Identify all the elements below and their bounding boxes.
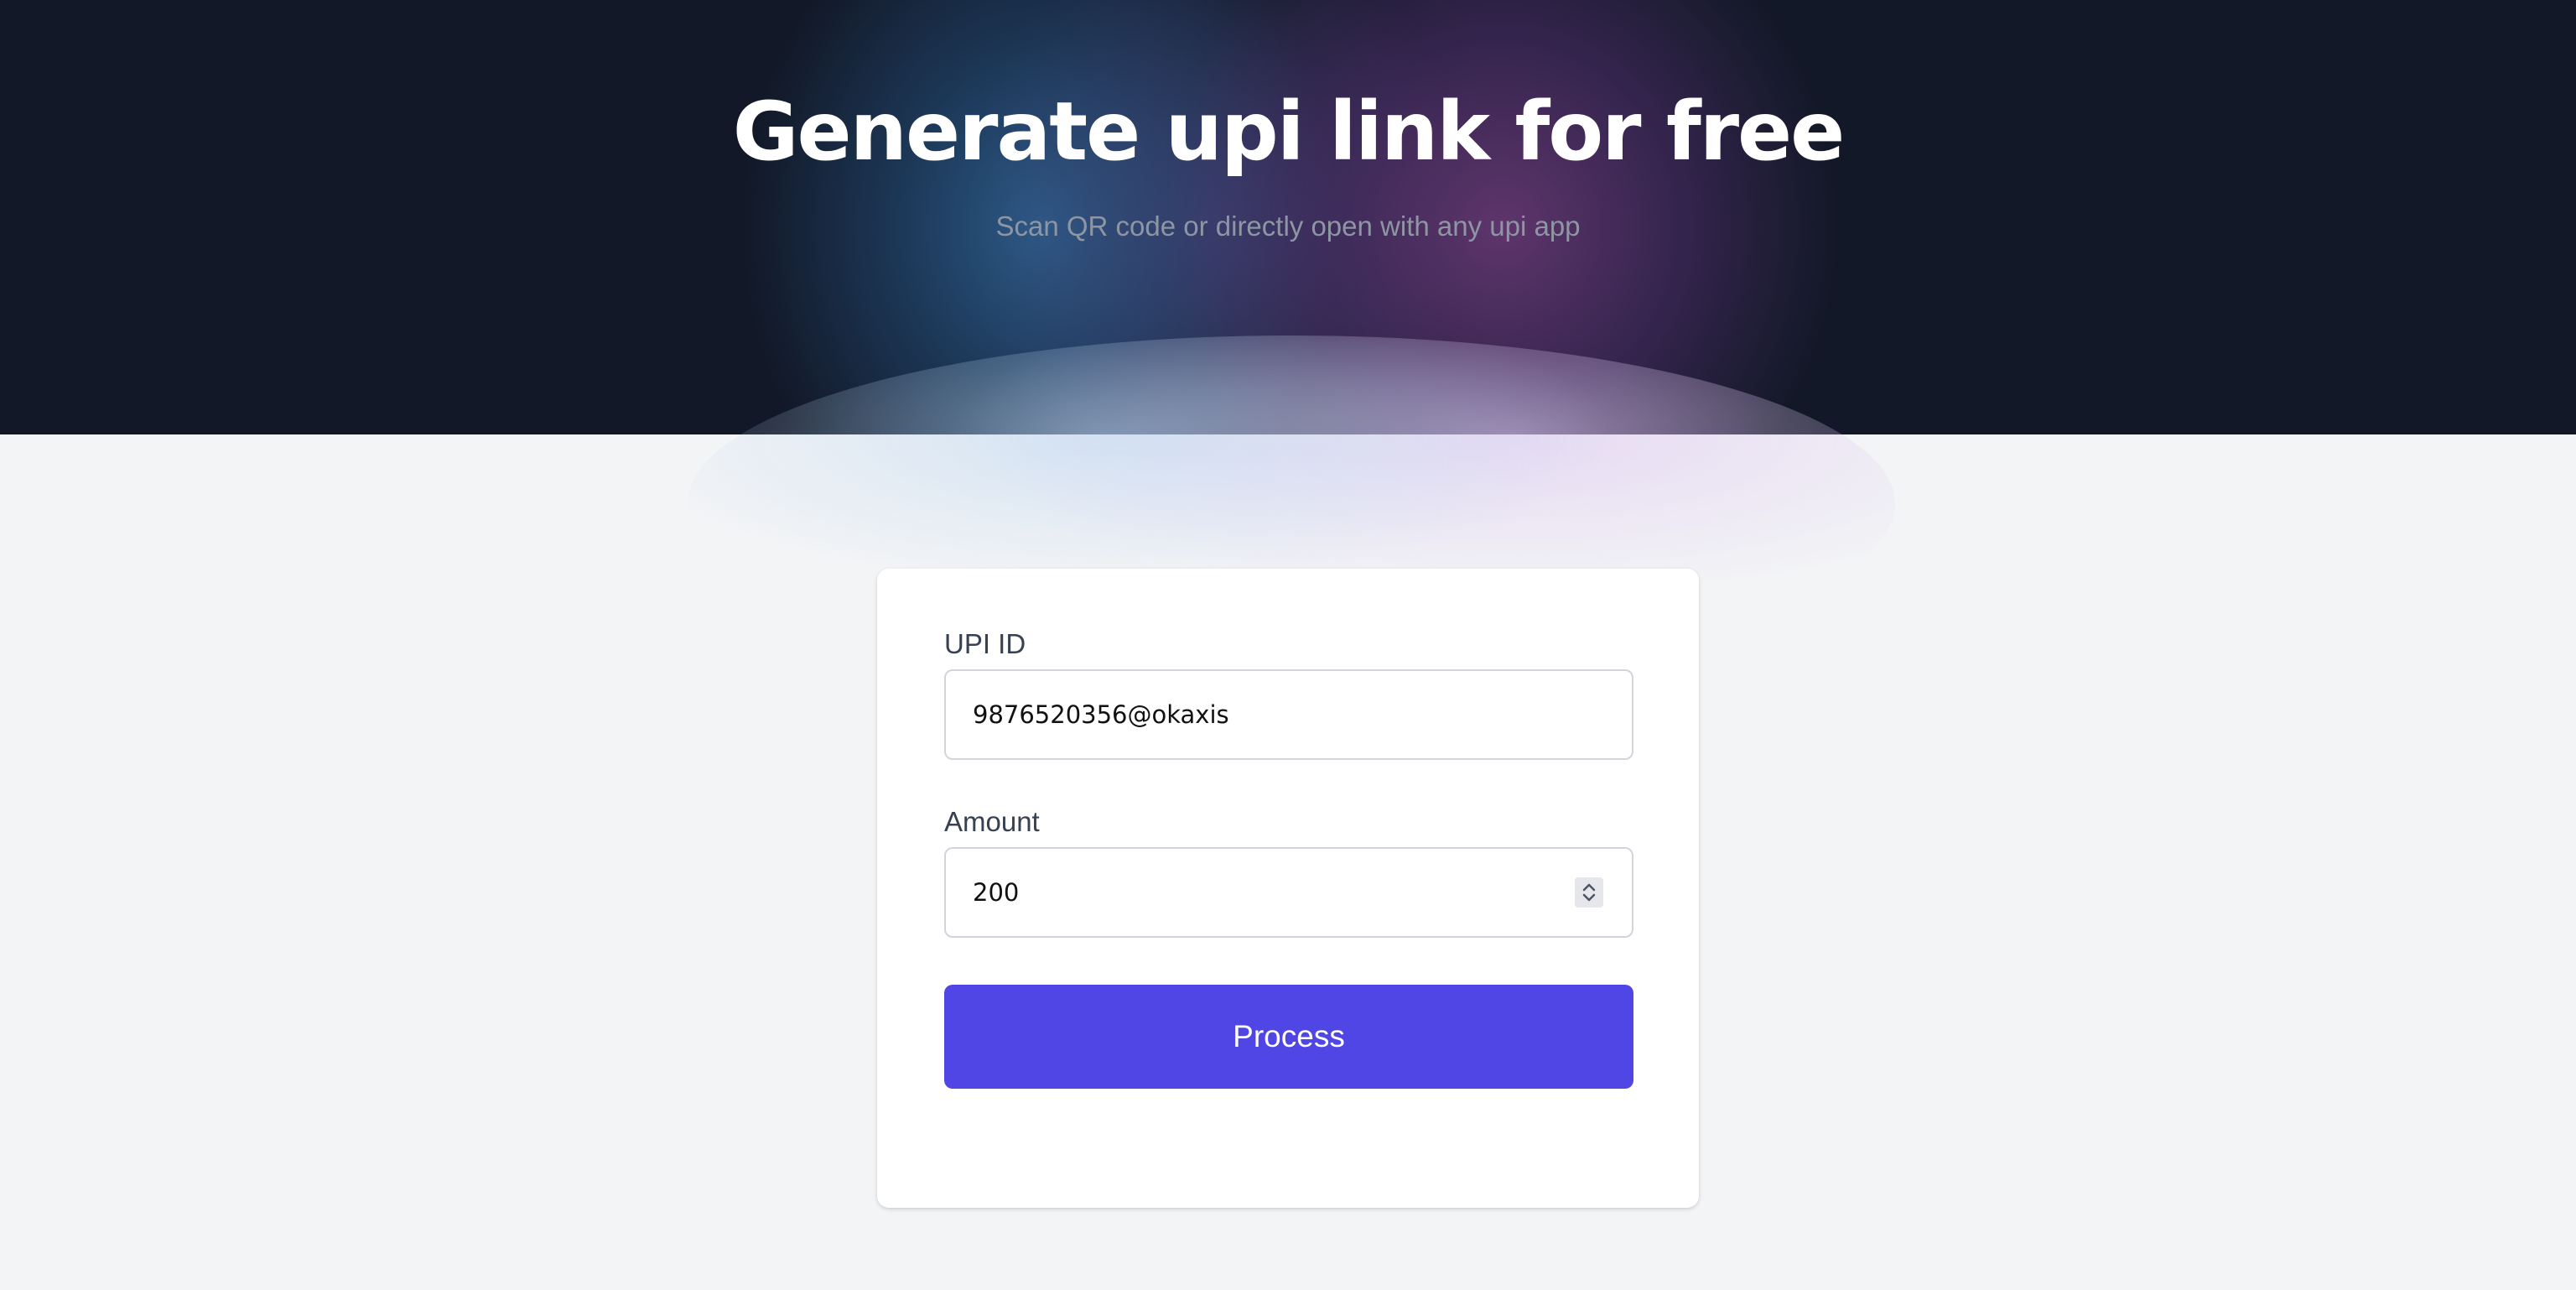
page-subtitle: Scan QR code or directly open with any u… xyxy=(995,211,1581,242)
upi-link-form: UPI ID Amount Process xyxy=(877,569,1699,1208)
page: Generate upi link for free Scan QR code … xyxy=(0,0,2576,1290)
chevron-up-down-icon[interactable] xyxy=(1575,877,1603,908)
amount-input[interactable] xyxy=(944,847,1633,938)
amount-label: Amount xyxy=(944,806,1040,837)
upi-id-input[interactable] xyxy=(944,669,1633,760)
upi-id-label: UPI ID xyxy=(944,628,1026,659)
page-title: Generate upi link for free xyxy=(732,85,1846,179)
process-button[interactable]: Process xyxy=(944,985,1633,1089)
